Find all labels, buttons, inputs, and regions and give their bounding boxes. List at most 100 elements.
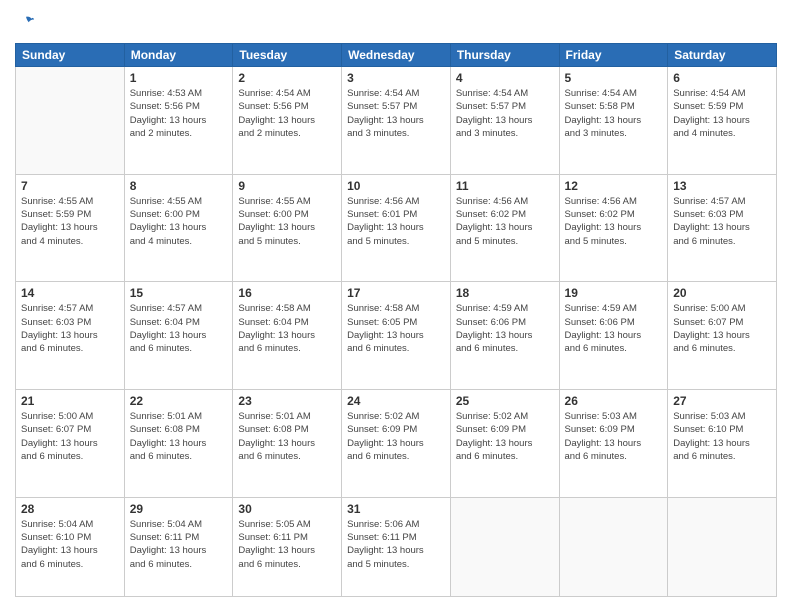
calendar-cell: 31Sunrise: 5:06 AM Sunset: 6:11 PM Dayli… [342,497,451,596]
day-number: 7 [21,179,119,193]
day-number: 23 [238,394,336,408]
day-info: Sunrise: 4:55 AM Sunset: 6:00 PM Dayligh… [238,195,336,248]
day-number: 14 [21,286,119,300]
day-header-sunday: Sunday [16,44,125,67]
day-info: Sunrise: 4:54 AM Sunset: 5:59 PM Dayligh… [673,87,771,140]
calendar-cell: 29Sunrise: 5:04 AM Sunset: 6:11 PM Dayli… [124,497,233,596]
calendar-cell: 23 Sunrise: 5:01 AM Sunset: 6:08 PM Dayli… [233,390,342,498]
day-number: 18 [456,286,554,300]
day-number: 1 [130,71,228,85]
calendar-cell: 1 Sunrise: 4:53 AM Sunset: 5:56 PM Daylig… [124,67,233,175]
calendar-cell: 3 Sunrise: 4:54 AM Sunset: 5:57 PM Daylig… [342,67,451,175]
day-info: Sunrise: 5:05 AM Sunset: 6:11 PM Dayligh… [238,518,336,571]
day-number: 20 [673,286,771,300]
day-info: Sunrise: 4:54 AM Sunset: 5:57 PM Dayligh… [456,87,554,140]
day-header-thursday: Thursday [450,44,559,67]
day-info: Sunrise: 5:03 AM Sunset: 6:09 PM Dayligh… [565,410,663,463]
calendar-week-row: 21Sunrise: 5:00 AM Sunset: 6:07 PM Dayli… [16,390,777,498]
day-info: Sunrise: 5:00 AM Sunset: 6:07 PM Dayligh… [673,302,771,355]
day-info: Sunrise: 4:57 AM Sunset: 6:04 PM Dayligh… [130,302,228,355]
calendar-cell: 27Sunrise: 5:03 AM Sunset: 6:10 PM Dayli… [668,390,777,498]
day-info: Sunrise: 4:54 AM Sunset: 5:58 PM Dayligh… [565,87,663,140]
calendar-cell: 20 Sunrise: 5:00 AM Sunset: 6:07 PM Dayli… [668,282,777,390]
day-number: 29 [130,502,228,516]
day-number: 3 [347,71,445,85]
page: SundayMondayTuesdayWednesdayThursdayFrid… [0,0,792,612]
calendar-week-row: 7 Sunrise: 4:55 AM Sunset: 5:59 PM Daylig… [16,174,777,282]
calendar-cell: 18 Sunrise: 4:59 AM Sunset: 6:06 PM Dayli… [450,282,559,390]
day-info: Sunrise: 4:59 AM Sunset: 6:06 PM Dayligh… [456,302,554,355]
calendar-cell: 26 Sunrise: 5:03 AM Sunset: 6:09 PM Dayli… [559,390,668,498]
day-info: Sunrise: 4:56 AM Sunset: 6:02 PM Dayligh… [456,195,554,248]
day-info: Sunrise: 4:55 AM Sunset: 5:59 PM Dayligh… [21,195,119,248]
calendar-cell: 4Sunrise: 4:54 AM Sunset: 5:57 PM Daylig… [450,67,559,175]
day-info: Sunrise: 4:58 AM Sunset: 6:05 PM Dayligh… [347,302,445,355]
calendar-header-row: SundayMondayTuesdayWednesdayThursdayFrid… [16,44,777,67]
calendar-cell [450,497,559,596]
day-info: Sunrise: 5:01 AM Sunset: 6:08 PM Dayligh… [238,410,336,463]
day-info: Sunrise: 4:59 AM Sunset: 6:06 PM Dayligh… [565,302,663,355]
calendar-week-row: 14 Sunrise: 4:57 AM Sunset: 6:03 PM Dayli… [16,282,777,390]
calendar-cell: 17 Sunrise: 4:58 AM Sunset: 6:05 PM Dayli… [342,282,451,390]
calendar-cell: 14 Sunrise: 4:57 AM Sunset: 6:03 PM Dayli… [16,282,125,390]
header [15,15,777,33]
day-info: Sunrise: 5:04 AM Sunset: 6:10 PM Dayligh… [21,518,119,571]
calendar-cell: 12 Sunrise: 4:56 AM Sunset: 6:02 PM Dayli… [559,174,668,282]
day-number: 22 [130,394,228,408]
day-number: 8 [130,179,228,193]
day-number: 28 [21,502,119,516]
day-info: Sunrise: 5:02 AM Sunset: 6:09 PM Dayligh… [456,410,554,463]
calendar-table: SundayMondayTuesdayWednesdayThursdayFrid… [15,43,777,597]
day-info: Sunrise: 4:57 AM Sunset: 6:03 PM Dayligh… [673,195,771,248]
day-header-tuesday: Tuesday [233,44,342,67]
day-number: 16 [238,286,336,300]
calendar-cell: 6 Sunrise: 4:54 AM Sunset: 5:59 PM Daylig… [668,67,777,175]
calendar-cell: 11Sunrise: 4:56 AM Sunset: 6:02 PM Dayli… [450,174,559,282]
day-number: 25 [456,394,554,408]
day-number: 12 [565,179,663,193]
day-number: 10 [347,179,445,193]
day-number: 6 [673,71,771,85]
day-header-friday: Friday [559,44,668,67]
day-info: Sunrise: 5:06 AM Sunset: 6:11 PM Dayligh… [347,518,445,571]
calendar-cell: 21Sunrise: 5:00 AM Sunset: 6:07 PM Dayli… [16,390,125,498]
calendar-cell: 8 Sunrise: 4:55 AM Sunset: 6:00 PM Daylig… [124,174,233,282]
calendar-cell [559,497,668,596]
calendar-cell: 9Sunrise: 4:55 AM Sunset: 6:00 PM Daylig… [233,174,342,282]
calendar-cell: 5 Sunrise: 4:54 AM Sunset: 5:58 PM Daylig… [559,67,668,175]
day-header-monday: Monday [124,44,233,67]
calendar-cell: 22 Sunrise: 5:01 AM Sunset: 6:08 PM Dayli… [124,390,233,498]
day-number: 15 [130,286,228,300]
calendar-cell: 7 Sunrise: 4:55 AM Sunset: 5:59 PM Daylig… [16,174,125,282]
day-info: Sunrise: 5:01 AM Sunset: 6:08 PM Dayligh… [130,410,228,463]
day-header-saturday: Saturday [668,44,777,67]
calendar-cell: 2Sunrise: 4:54 AM Sunset: 5:56 PM Daylig… [233,67,342,175]
day-info: Sunrise: 4:55 AM Sunset: 6:00 PM Dayligh… [130,195,228,248]
calendar-cell: 15 Sunrise: 4:57 AM Sunset: 6:04 PM Dayli… [124,282,233,390]
day-info: Sunrise: 5:03 AM Sunset: 6:10 PM Dayligh… [673,410,771,463]
day-info: Sunrise: 4:56 AM Sunset: 6:02 PM Dayligh… [565,195,663,248]
calendar-cell [668,497,777,596]
day-number: 17 [347,286,445,300]
calendar-cell: 25 Sunrise: 5:02 AM Sunset: 6:09 PM Dayli… [450,390,559,498]
day-info: Sunrise: 4:53 AM Sunset: 5:56 PM Dayligh… [130,87,228,140]
day-number: 13 [673,179,771,193]
day-number: 30 [238,502,336,516]
day-number: 24 [347,394,445,408]
day-info: Sunrise: 5:00 AM Sunset: 6:07 PM Dayligh… [21,410,119,463]
day-number: 5 [565,71,663,85]
calendar-week-row: 28 Sunrise: 5:04 AM Sunset: 6:10 PM Dayli… [16,497,777,596]
day-info: Sunrise: 4:56 AM Sunset: 6:01 PM Dayligh… [347,195,445,248]
calendar-cell [16,67,125,175]
day-number: 26 [565,394,663,408]
day-info: Sunrise: 4:54 AM Sunset: 5:56 PM Dayligh… [238,87,336,140]
logo [15,15,35,33]
day-info: Sunrise: 4:54 AM Sunset: 5:57 PM Dayligh… [347,87,445,140]
logo-bird-icon [17,15,35,33]
day-info: Sunrise: 4:58 AM Sunset: 6:04 PM Dayligh… [238,302,336,355]
calendar-cell: 30 Sunrise: 5:05 AM Sunset: 6:11 PM Dayli… [233,497,342,596]
day-info: Sunrise: 4:57 AM Sunset: 6:03 PM Dayligh… [21,302,119,355]
day-info: Sunrise: 5:02 AM Sunset: 6:09 PM Dayligh… [347,410,445,463]
calendar-cell: 13 Sunrise: 4:57 AM Sunset: 6:03 PM Dayli… [668,174,777,282]
calendar-cell: 19Sunrise: 4:59 AM Sunset: 6:06 PM Dayli… [559,282,668,390]
